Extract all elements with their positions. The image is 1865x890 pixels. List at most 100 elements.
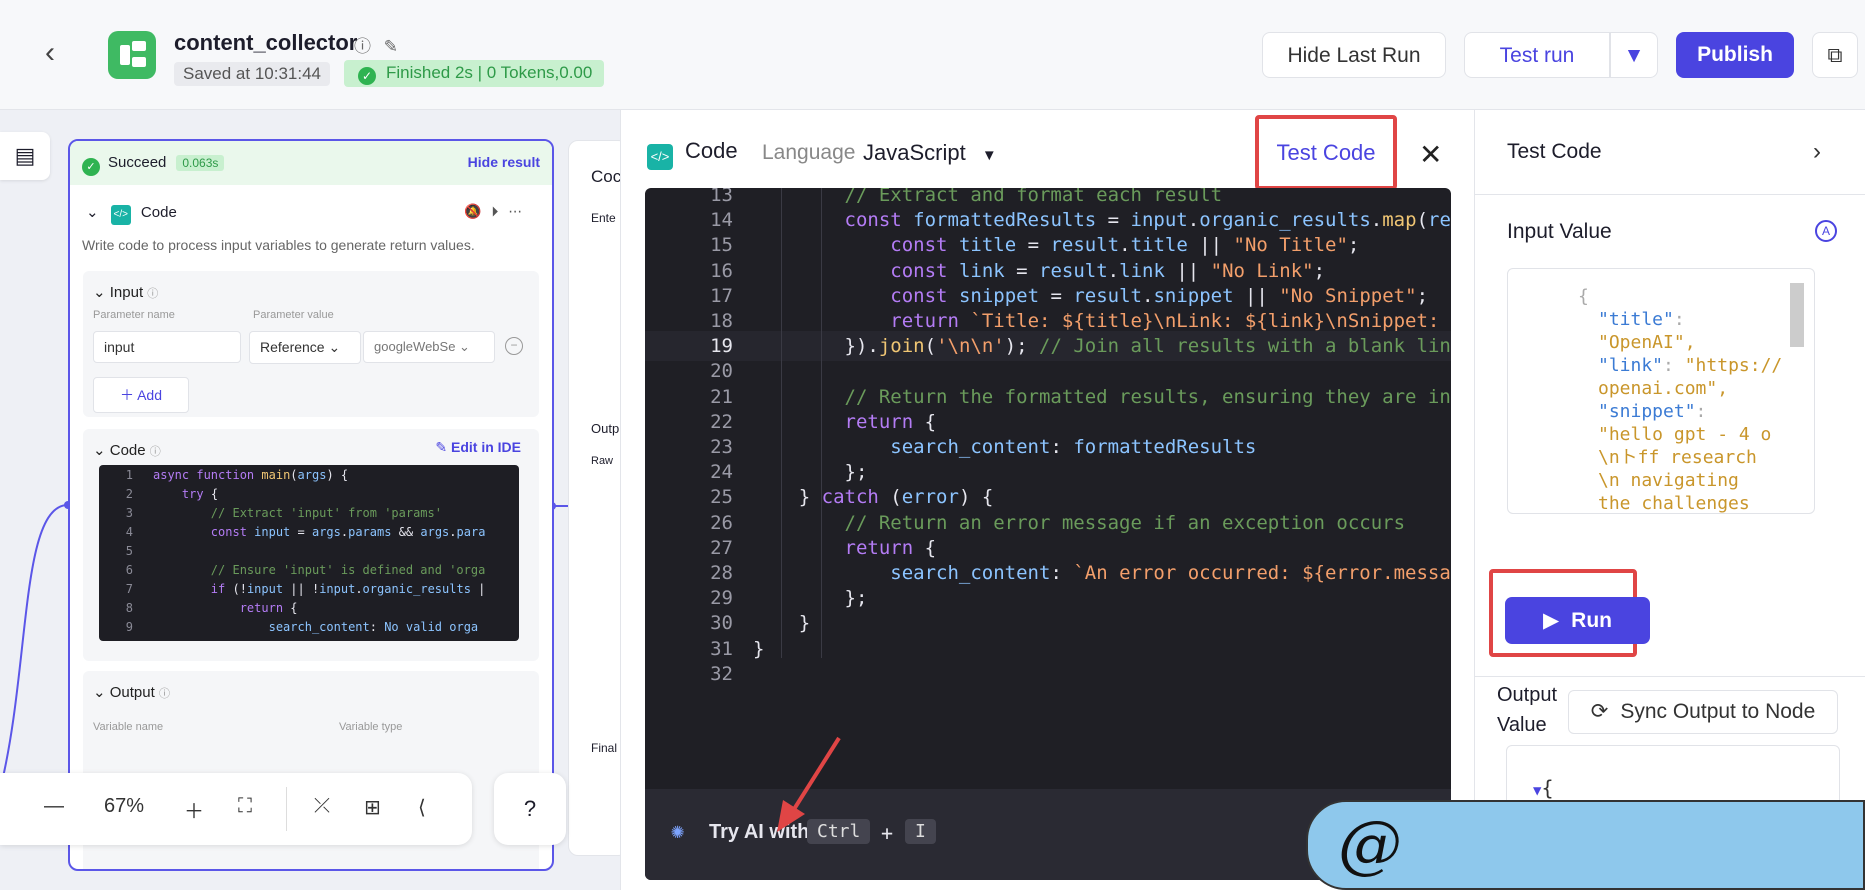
sync-icon: ⟳: [1590, 700, 1609, 723]
fit-view-icon[interactable]: ⛶: [238, 795, 252, 818]
var-type-header: Variable type: [339, 721, 403, 733]
ai-fill-icon[interactable]: A: [1815, 220, 1837, 242]
caret-down-icon: ▼: [981, 147, 997, 164]
add-param-button[interactable]: ＋ Add: [93, 377, 189, 413]
side-panel-icon[interactable]: ⧉: [1812, 32, 1858, 78]
mini-line-number: 7: [125, 582, 133, 596]
kbd-plus: +: [881, 821, 894, 845]
collapse-chevron-icon[interactable]: ⌄: [93, 442, 110, 459]
param-value-header: Parameter value: [253, 309, 334, 321]
code-section: ⌄ Code ⓘ ✎ Edit in IDE 1 async function m…: [83, 429, 539, 661]
info-icon[interactable]: ⓘ: [354, 37, 371, 56]
run-button[interactable]: ▶ Run: [1505, 597, 1650, 644]
sync-output-button[interactable]: ⟳ Sync Output to Node: [1568, 690, 1838, 734]
hide-result-link[interactable]: Hide result: [468, 154, 540, 170]
output-label: Output: [109, 684, 155, 701]
node-result-header: ✓ Succeed 0.063s Hide result: [70, 141, 552, 185]
input-value-label: Input Value: [1507, 220, 1612, 243]
mini-line-number: 1: [125, 468, 133, 482]
edit-icon[interactable]: ✎: [384, 37, 398, 56]
test-code-button[interactable]: Test Code: [1255, 115, 1397, 190]
play-icon: ▶: [1543, 609, 1560, 632]
play-icon[interactable]: ⏵: [491, 203, 498, 219]
collapse-chevron-icon[interactable]: ⌄: [93, 684, 110, 701]
test-panel-title: Test Code: [1507, 140, 1602, 163]
code-editor-panel: </> Code Language JavaScript ▼ Test Code …: [620, 110, 1474, 890]
hide-last-run-button[interactable]: Hide Last Run: [1262, 32, 1446, 78]
mini-line-number: 8: [125, 601, 133, 615]
var-name-header: Variable name: [93, 721, 164, 733]
input-section: ⌄ Input ⓘ Parameter name Parameter value…: [83, 271, 539, 417]
app-logo-icon: [108, 31, 156, 79]
partial-node-title: Coc: [591, 167, 622, 186]
zoom-level[interactable]: 67%: [104, 795, 144, 818]
mini-line-text: if (!input || !input.organic_results |: [210, 582, 486, 596]
mini-line-number: 3: [125, 506, 133, 520]
input-json-editor[interactable]: {"title": "OpenAI", "link": "https://opena…: [1507, 268, 1815, 514]
line-number: 32: [710, 662, 733, 685]
help-icon[interactable]: ?: [494, 773, 566, 845]
more-icon[interactable]: ⋯: [508, 203, 522, 219]
partial-code-node[interactable]: Coc Ente Outp Raw Final: [568, 140, 628, 856]
mini-line-text: return {: [239, 601, 298, 615]
chevron-right-icon[interactable]: ›: [1813, 138, 1821, 166]
info-icon: ⓘ: [147, 288, 159, 300]
language-select[interactable]: JavaScript ▼: [863, 140, 997, 166]
code-label: Code: [109, 442, 146, 459]
mini-line-text: search_content: No valid orga: [268, 620, 479, 634]
remove-param-icon[interactable]: −: [505, 337, 523, 355]
code-icon: </>: [647, 144, 673, 170]
mini-line-text: // Ensure 'input' is defined and 'orga: [210, 563, 486, 577]
code-node[interactable]: ✓ Succeed 0.063s Hide result ⌄ </> Code 🔕 …: [68, 139, 554, 871]
code-line[interactable]: 32: [645, 659, 1451, 689]
kbd-i: I: [905, 819, 936, 844]
chevron-down-icon: ⌄: [328, 339, 341, 355]
param-name-input[interactable]: input: [93, 331, 241, 363]
mini-line-text: async function main(args) {: [153, 468, 349, 482]
code-node-icon: </>: [110, 205, 131, 225]
partial-node-raw: Raw: [591, 455, 614, 467]
collapse-chevron-icon[interactable]: ⌄: [93, 284, 110, 301]
json-line: {: [1578, 286, 1589, 307]
ai-sparkle-icon: ✺: [671, 819, 685, 844]
collapse-chevron-icon[interactable]: ⌄: [86, 204, 99, 221]
node-status: Succeed: [108, 154, 167, 171]
mini-line-text: // Extract 'input' from 'params': [210, 506, 442, 520]
close-icon[interactable]: ✕: [1419, 138, 1442, 171]
mini-line-text: const input = args.params && args.para: [210, 525, 486, 539]
collapse-all-icon[interactable]: ⤫: [314, 795, 330, 818]
saved-timestamp: Saved at 10:31:44: [174, 62, 331, 86]
notes-icon[interactable]: ▤: [0, 132, 50, 180]
mini-code-editor[interactable]: 1 async function main(args) {2 try {3 // …: [99, 465, 519, 641]
partial-node-label: Ente: [591, 211, 616, 225]
layout-grid-icon[interactable]: ⊞: [364, 795, 381, 820]
top-bar: ‹ content_collector ⓘ ✎ Saved at 10:31:4…: [0, 0, 1865, 110]
mini-line-number: 2: [125, 487, 133, 501]
test-run-button[interactable]: Test run: [1464, 32, 1610, 78]
zoom-in-icon[interactable]: ＋: [184, 795, 204, 824]
language-label: Language: [762, 141, 856, 164]
publish-button[interactable]: Publish: [1676, 32, 1794, 78]
value-type-select[interactable]: Reference ⌄: [249, 331, 361, 364]
code-panel-title: Code: [685, 138, 738, 163]
info-icon: ⓘ: [149, 446, 161, 458]
back-arrow-icon[interactable]: ‹: [45, 38, 75, 68]
json-line: the challenges: [1598, 493, 1750, 514]
annotation-arrow-icon: [777, 736, 841, 832]
watermark: @ Chloevolution: [1306, 800, 1865, 890]
value-ref-select[interactable]: googleWebSe ⌄: [363, 331, 495, 363]
info-icon: ⓘ: [158, 688, 170, 700]
bell-off-icon[interactable]: 🔕: [464, 203, 481, 219]
node-description: Write code to process input variables to…: [82, 237, 475, 253]
mini-line-number: 5: [125, 544, 133, 558]
partial-node-output: Outp: [591, 421, 620, 436]
mini-line-number: 4: [125, 525, 133, 539]
output-value-label: Output Value: [1497, 684, 1558, 736]
input-label: Input: [109, 284, 144, 301]
edit-in-ide-link[interactable]: ✎ Edit in IDE: [435, 439, 521, 456]
zoom-out-icon[interactable]: —: [44, 795, 64, 818]
connector-style-icon[interactable]: ⟨: [418, 795, 426, 820]
node-title: Code: [140, 204, 177, 221]
mini-line-number: 9: [125, 620, 133, 634]
test-run-dropdown-icon[interactable]: ▼: [1610, 32, 1658, 78]
